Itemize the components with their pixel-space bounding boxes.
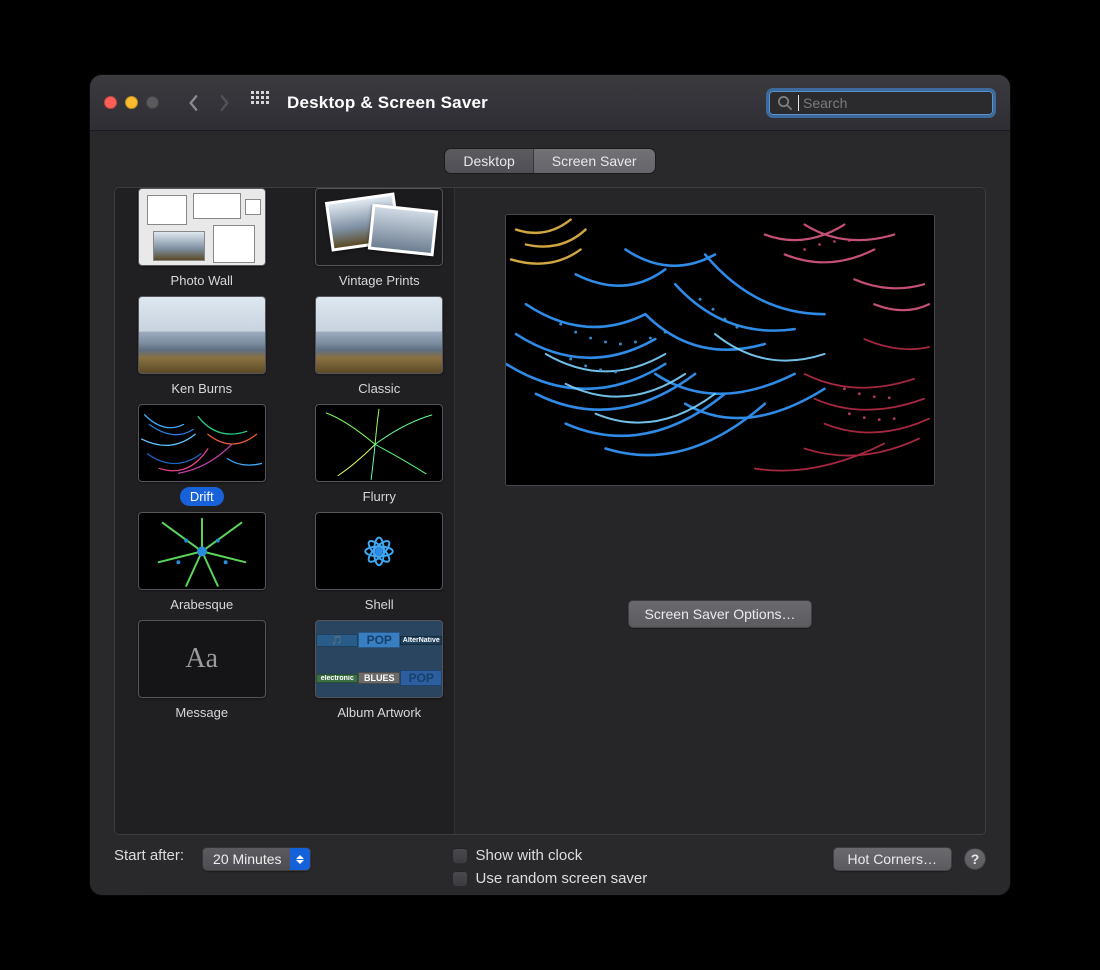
- thumbnail-ken-burns: [138, 296, 266, 374]
- forward-button[interactable]: [211, 90, 237, 116]
- zoom-window-button[interactable]: [146, 96, 159, 109]
- search-input[interactable]: [803, 95, 985, 111]
- text-cursor: [798, 95, 799, 111]
- start-after-popup[interactable]: 20 Minutes: [202, 847, 310, 871]
- window-title: Desktop & Screen Saver: [287, 93, 488, 113]
- start-after-value: 20 Minutes: [213, 851, 281, 867]
- screensaver-item-ken-burns[interactable]: Ken Burns: [127, 296, 277, 398]
- tab-bar: Desktop Screen Saver: [90, 131, 1010, 183]
- preferences-window: Desktop & Screen Saver Desktop Screen Sa…: [90, 75, 1010, 895]
- checkbox-label: Show with clock: [476, 847, 583, 864]
- checkbox-icon: [452, 871, 468, 887]
- start-after-label: Start after:: [114, 847, 184, 864]
- show-all-button[interactable]: [251, 91, 269, 114]
- screensaver-label: Arabesque: [160, 595, 243, 614]
- screensaver-item-arabesque[interactable]: Arabesque: [127, 512, 277, 614]
- preview-pane: Screen Saver Options…: [455, 188, 985, 834]
- screensaver-list[interactable]: Photo Wall Vintage Prints Ken Burns: [115, 188, 455, 834]
- window-controls: [104, 96, 159, 109]
- screensaver-label: Flurry: [353, 487, 406, 506]
- screensaver-label: Shell: [355, 595, 404, 614]
- screensaver-label: Drift: [180, 487, 224, 506]
- screensaver-label: Message: [165, 703, 238, 722]
- screensaver-label: Classic: [348, 379, 410, 398]
- screensaver-label: Photo Wall: [161, 271, 243, 290]
- search-field[interactable]: [766, 88, 996, 118]
- checkbox-label: Use random screen saver: [476, 870, 648, 887]
- tab-screen-saver[interactable]: Screen Saver: [534, 149, 655, 173]
- thumbnail-album-artwork: 🎵POPAlterNative electronicBLUESPOP: [315, 620, 443, 698]
- show-with-clock-checkbox[interactable]: Show with clock: [452, 847, 732, 864]
- screensaver-label: Ken Burns: [161, 379, 242, 398]
- back-button[interactable]: [181, 90, 207, 116]
- thumbnail-shell: [315, 512, 443, 590]
- use-random-checkbox[interactable]: Use random screen saver: [452, 870, 732, 887]
- thumbnail-arabesque: [138, 512, 266, 590]
- thumbnail-vintage-prints: [315, 188, 443, 266]
- screensaver-item-photo-wall[interactable]: Photo Wall: [127, 188, 277, 290]
- screensaver-item-shell[interactable]: Shell: [305, 512, 455, 614]
- thumbnail-flurry: [315, 404, 443, 482]
- screensaver-item-flurry[interactable]: Flurry: [305, 404, 455, 506]
- checkbox-icon: [452, 848, 468, 864]
- tab-desktop[interactable]: Desktop: [445, 149, 533, 173]
- close-window-button[interactable]: [104, 96, 117, 109]
- content-area: Photo Wall Vintage Prints Ken Burns: [114, 187, 986, 835]
- hot-corners-button[interactable]: Hot Corners…: [833, 847, 952, 871]
- screensaver-item-vintage-prints[interactable]: Vintage Prints: [305, 188, 455, 290]
- thumbnail-drift: [138, 404, 266, 482]
- help-button[interactable]: ?: [964, 848, 986, 870]
- screensaver-item-classic[interactable]: Classic: [305, 296, 455, 398]
- screensaver-preview[interactable]: [505, 214, 935, 486]
- titlebar: Desktop & Screen Saver: [90, 75, 1010, 131]
- stepper-icon: [290, 848, 310, 870]
- screensaver-item-message[interactable]: Aa Message: [127, 620, 277, 722]
- screensaver-label: Album Artwork: [327, 703, 431, 722]
- bottom-controls: Start after: 20 Minutes Show with clock …: [90, 835, 1010, 895]
- search-icon: [777, 95, 792, 110]
- thumbnail-classic: [315, 296, 443, 374]
- screensaver-label: Vintage Prints: [329, 271, 430, 290]
- screensaver-options-button[interactable]: Screen Saver Options…: [628, 600, 813, 628]
- thumbnail-photo-wall: [138, 188, 266, 266]
- screensaver-item-album-artwork[interactable]: 🎵POPAlterNative electronicBLUESPOP Album…: [305, 620, 455, 722]
- screensaver-item-drift[interactable]: Drift: [127, 404, 277, 506]
- minimize-window-button[interactable]: [125, 96, 138, 109]
- thumbnail-message: Aa: [138, 620, 266, 698]
